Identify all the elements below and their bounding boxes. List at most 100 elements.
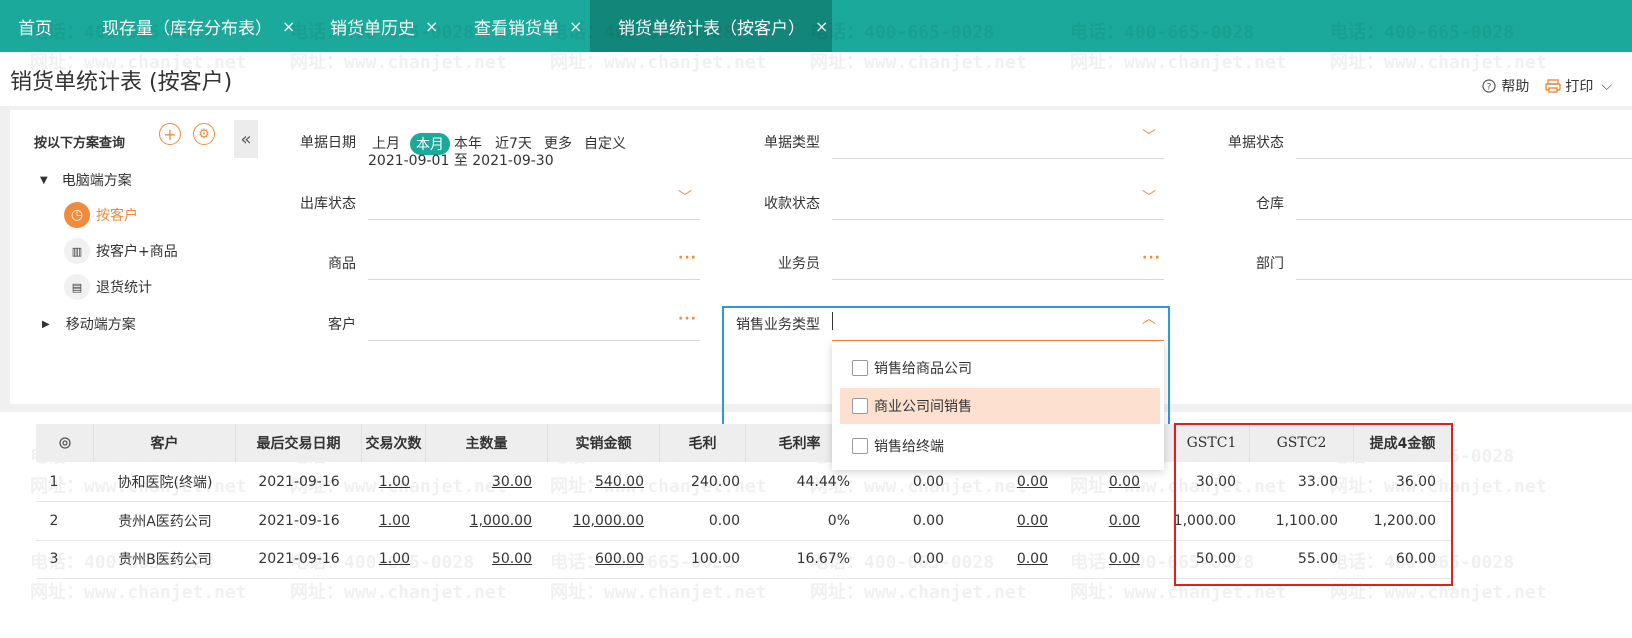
cell-value: 50.00 [491, 551, 532, 567]
help-icon[interactable]: ? [1481, 78, 1497, 94]
cell-c9[interactable]: 0.00 [954, 502, 1048, 540]
customer-input[interactable] [368, 340, 700, 341]
tree-item-label: 按客户+商品 [96, 244, 178, 260]
warehouse-select[interactable] [1296, 219, 1632, 220]
tree-group-pc[interactable]: ▼ 电脑端方案 [40, 170, 132, 190]
cell-qty[interactable]: 50.00 [426, 540, 532, 578]
top-actions: ? 帮助 打印 ⌵ [1481, 76, 1612, 96]
caret-right-icon: ▶ [42, 318, 50, 330]
watermark-site: 网址：www.chanjet.net [290, 582, 507, 603]
collapse-panel-icon[interactable]: « [234, 120, 258, 158]
cell-amount[interactable]: 540.00 [548, 463, 644, 501]
date-option-custom[interactable]: 自定义 [584, 133, 626, 153]
tree-group-mobile[interactable]: ▶ 移动端方案 [42, 314, 136, 334]
cell-customer: 贵州A医药公司 [94, 502, 236, 540]
close-icon[interactable]: × [569, 17, 582, 36]
cell-value: 0.00 [1108, 551, 1140, 567]
tree-item-by-customer-product[interactable]: ▥ 按客户+商品 [64, 238, 178, 264]
cell-last_date: 2021-09-16 [236, 502, 362, 540]
cell-c10[interactable]: 0.00 [1054, 540, 1140, 578]
cell-value: 44.44% [796, 474, 850, 490]
more-icon[interactable]: ··· [678, 311, 697, 327]
tab-label: 销货单统计表（按客户） [618, 18, 805, 39]
printer-icon[interactable] [1545, 78, 1562, 94]
cell-c9[interactable]: 0.00 [954, 540, 1048, 578]
cell-value: 2 [49, 513, 59, 529]
doc-date-label: 单据日期 [300, 135, 356, 151]
tab-label: 销货单历史 [330, 18, 415, 39]
cell-value: 240.00 [691, 474, 740, 490]
tab-sales-stats[interactable]: 销货单统计表（按客户） × [590, 0, 832, 52]
doc-status-select[interactable] [1296, 158, 1632, 159]
checkbox[interactable] [852, 360, 868, 376]
col-amount[interactable]: 实销金额 [548, 424, 660, 462]
tab-stock[interactable]: 现存量（库存分布表） × [102, 0, 295, 52]
chevron-down-icon[interactable]: ﹀ [678, 187, 692, 207]
out-status-select[interactable] [368, 219, 700, 220]
cell-value: 3 [49, 551, 59, 567]
table-settings-icon[interactable] [36, 424, 94, 462]
cell-amount[interactable]: 10,000.00 [548, 502, 644, 540]
print-button[interactable]: 打印 [1565, 76, 1593, 96]
chevron-down-icon[interactable]: ⌵ [1601, 78, 1612, 94]
close-icon[interactable]: × [282, 17, 295, 36]
cell-value: 贵州B医药公司 [118, 552, 212, 568]
tab-home[interactable]: 首页 [18, 0, 52, 52]
checkbox[interactable] [852, 398, 868, 414]
col-qty[interactable]: 主数量 [426, 424, 548, 462]
col-last-date[interactable]: 最后交易日期 [236, 424, 362, 462]
cell-count[interactable]: 1.00 [362, 463, 410, 501]
product-input[interactable] [368, 279, 700, 280]
chevron-down-icon[interactable]: ﹀ [1142, 187, 1156, 207]
gear-icon[interactable]: ⚙ [193, 123, 215, 145]
cell-value: 1.00 [378, 474, 410, 490]
tab-view-sales[interactable]: 查看销货单 × [474, 0, 582, 52]
tree-item-returns[interactable]: ▤ 退货统计 [64, 274, 152, 300]
dropdown-option[interactable]: 商业公司间销售 [840, 388, 1160, 424]
cell-value: 2021-09-16 [258, 474, 340, 490]
col-profit[interactable]: 毛利 [660, 424, 746, 462]
cell-profit: 0.00 [660, 502, 740, 540]
cell-value: 1,000.00 [469, 513, 532, 529]
cell-qty[interactable]: 1,000.00 [426, 502, 532, 540]
cell-value: 2021-09-16 [258, 513, 340, 529]
tree-item-label: 按客户 [96, 208, 138, 224]
cell-c10[interactable]: 0.00 [1054, 502, 1140, 540]
close-icon[interactable]: × [815, 17, 828, 36]
department-label: 部门 [1256, 256, 1284, 272]
tab-sales-history[interactable]: 销货单历史 × [330, 0, 438, 52]
doc-type-select[interactable] [832, 158, 1164, 159]
cell-value: 16.67% [796, 551, 850, 567]
scheme-title: 按以下方案查询 [34, 136, 126, 151]
cell-count[interactable]: 1.00 [362, 540, 410, 578]
checkbox[interactable] [852, 438, 868, 454]
cell-no: 3 [36, 540, 72, 578]
help-link[interactable]: 帮助 [1501, 76, 1529, 96]
svg-text:?: ? [1487, 83, 1492, 93]
tab-label: 现存量（库存分布表） [102, 18, 272, 39]
cell-no: 2 [36, 502, 72, 540]
customer-label: 客户 [328, 317, 356, 333]
tab-label: 首页 [18, 18, 52, 39]
chevron-down-icon[interactable]: ﹀ [1142, 126, 1156, 146]
more-icon[interactable]: ··· [678, 250, 697, 266]
cell-last_date: 2021-09-16 [236, 540, 362, 578]
col-customer[interactable]: 客户 [94, 424, 236, 462]
dropdown-option[interactable]: 销售给商品公司 [840, 350, 1160, 386]
more-icon[interactable]: ··· [1142, 250, 1161, 266]
cell-count[interactable]: 1.00 [362, 502, 410, 540]
dropdown-option[interactable]: 销售给终端 [840, 428, 1160, 464]
pay-status-select[interactable] [832, 219, 1164, 220]
department-input[interactable] [1296, 279, 1632, 280]
tree-item-by-customer[interactable]: ◷ 按客户 [64, 202, 138, 228]
cell-qty[interactable]: 30.00 [426, 463, 532, 501]
out-status-label: 出库状态 [300, 196, 356, 212]
doc-icon: ▤ [64, 274, 90, 300]
salesman-input[interactable] [832, 279, 1164, 280]
close-icon[interactable]: × [425, 17, 438, 36]
page-title: 销货单统计表 (按客户) [10, 70, 233, 95]
add-scheme-icon[interactable]: + [159, 123, 181, 145]
cell-amount[interactable]: 600.00 [548, 540, 644, 578]
pay-status-label: 收款状态 [764, 196, 820, 212]
col-count[interactable]: 交易次数 [362, 424, 426, 462]
